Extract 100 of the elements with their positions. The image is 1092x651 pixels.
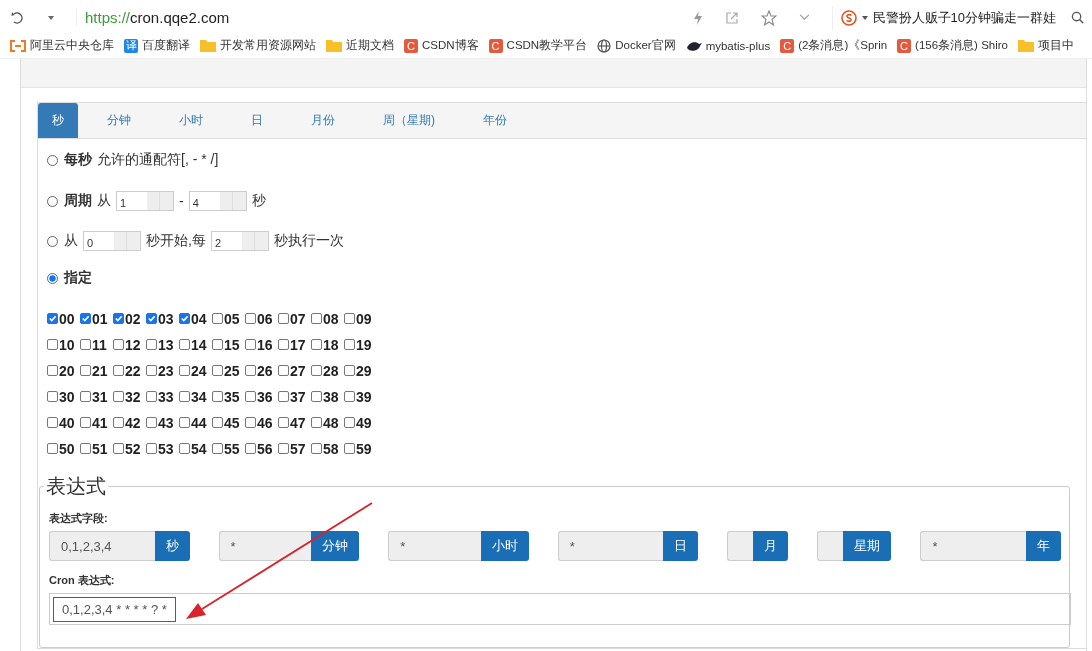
number-field[interactable]: 2: [210, 231, 269, 251]
input-field[interactable]: *: [388, 531, 481, 561]
checkbox[interactable]: [311, 313, 322, 324]
checkbox[interactable]: [113, 365, 124, 376]
input-field[interactable]: 0,1,2,3,4 * * * * ? *: [49, 593, 1071, 625]
checkbox[interactable]: [344, 391, 355, 402]
checkbox[interactable]: [278, 313, 289, 324]
input-field[interactable]: *: [557, 531, 664, 561]
checkbox[interactable]: [80, 339, 91, 350]
tab[interactable]: 周（星期): [364, 103, 454, 138]
checkbox[interactable]: [80, 443, 91, 454]
checkbox[interactable]: [179, 313, 190, 324]
checkbox[interactable]: [146, 391, 157, 402]
checkbox[interactable]: [179, 391, 190, 402]
bookmark[interactable]: 近期文档: [326, 38, 394, 53]
bookmark[interactable]: mybatis-plus: [685, 39, 771, 52]
tab[interactable]: 秒: [38, 103, 78, 138]
checkbox[interactable]: [179, 417, 190, 428]
checkbox[interactable]: [311, 339, 322, 350]
lightning-icon[interactable]: [692, 10, 703, 25]
checkbox[interactable]: [47, 443, 58, 454]
checkbox[interactable]: [212, 391, 223, 402]
input-field[interactable]: [817, 531, 844, 561]
checkbox[interactable]: [113, 313, 124, 324]
number-field[interactable]: 4: [188, 191, 247, 211]
checkbox[interactable]: [113, 443, 124, 454]
checkbox[interactable]: [245, 391, 256, 402]
checkbox[interactable]: [212, 313, 223, 324]
checkbox[interactable]: [212, 365, 223, 376]
checkbox[interactable]: [278, 417, 289, 428]
checkbox[interactable]: [212, 417, 223, 428]
back-icon[interactable]: [10, 9, 26, 26]
bookmark[interactable]: Docker官网: [597, 38, 676, 53]
bookmark[interactable]: C CSDN博客: [404, 38, 479, 53]
bookmark[interactable]: 译 百度翻译: [124, 38, 190, 53]
number-field[interactable]: 0: [83, 231, 141, 251]
checkbox[interactable]: [80, 313, 91, 324]
tab[interactable]: 月份: [292, 103, 354, 138]
checkbox[interactable]: [146, 365, 157, 376]
search-icon[interactable]: [1071, 11, 1084, 24]
checkbox[interactable]: [179, 339, 190, 350]
checkbox[interactable]: [278, 365, 289, 376]
checkbox[interactable]: [344, 417, 355, 428]
tab[interactable]: 日: [232, 103, 282, 138]
checkbox[interactable]: [278, 391, 289, 402]
checkbox[interactable]: [311, 365, 322, 376]
bookmark[interactable]: 项目中: [1018, 38, 1074, 53]
checkbox[interactable]: [47, 313, 58, 324]
checkbox[interactable]: [245, 443, 256, 454]
bookmark[interactable]: C (2条消息)《Sprin: [780, 38, 888, 53]
input-field[interactable]: [727, 531, 754, 561]
checkbox[interactable]: [47, 391, 58, 402]
address-bar[interactable]: https://cron.qqe2.com: [76, 9, 693, 26]
checkbox[interactable]: [311, 391, 322, 402]
checkbox[interactable]: [245, 417, 256, 428]
checkbox[interactable]: [344, 313, 355, 324]
checkbox[interactable]: [80, 417, 91, 428]
checkbox[interactable]: [245, 365, 256, 376]
radio-button[interactable]: [47, 272, 58, 284]
checkbox[interactable]: [146, 443, 157, 454]
checkbox[interactable]: [113, 339, 124, 350]
checkbox[interactable]: [47, 365, 58, 376]
checkbox[interactable]: [146, 313, 157, 324]
search-box[interactable]: 民警扮人贩子10分钟骗走一群娃: [831, 5, 1092, 30]
input-field[interactable]: 0,1,2,3,4: [49, 531, 155, 561]
checkbox[interactable]: [146, 417, 157, 428]
checkbox[interactable]: [311, 417, 322, 428]
checkbox[interactable]: [113, 417, 124, 428]
star-icon[interactable]: [760, 9, 777, 26]
checkbox[interactable]: [146, 339, 157, 350]
input-field[interactable]: *: [218, 531, 312, 561]
tab[interactable]: 分钟: [88, 103, 150, 138]
checkbox[interactable]: [278, 443, 289, 454]
checkbox[interactable]: [278, 339, 289, 350]
caret-icon[interactable]: [48, 15, 54, 20]
bookmark[interactable]: 阿里云中央仓库: [10, 38, 114, 53]
checkbox[interactable]: [47, 339, 58, 350]
checkbox[interactable]: [179, 443, 190, 454]
bookmark[interactable]: C CSDN教学平台: [488, 38, 588, 53]
checkbox[interactable]: [212, 443, 223, 454]
checkbox[interactable]: [113, 391, 124, 402]
checkbox[interactable]: [179, 365, 190, 376]
checkbox[interactable]: [80, 365, 91, 376]
checkbox[interactable]: [80, 391, 91, 402]
checkbox[interactable]: [245, 313, 256, 324]
number-field[interactable]: 1: [116, 191, 174, 211]
tab[interactable]: 小时: [160, 103, 222, 138]
checkbox[interactable]: [212, 339, 223, 350]
tab[interactable]: 年份: [464, 103, 526, 138]
input-field[interactable]: *: [920, 531, 1026, 561]
checkbox[interactable]: [344, 443, 355, 454]
checkbox[interactable]: [47, 417, 58, 428]
share-icon[interactable]: [724, 10, 739, 25]
bookmark[interactable]: C (156条消息) Shiro: [897, 38, 1008, 53]
checkbox[interactable]: [344, 339, 355, 350]
checkbox[interactable]: [344, 365, 355, 376]
chevron-down-icon[interactable]: [798, 14, 810, 21]
checkbox[interactable]: [245, 339, 256, 350]
bookmark[interactable]: 开发常用资源网站: [200, 38, 316, 53]
checkbox[interactable]: [311, 443, 322, 454]
